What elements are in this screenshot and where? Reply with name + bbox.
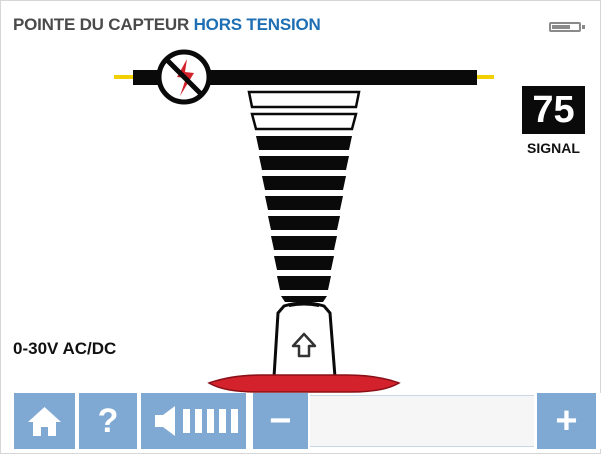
probe-illustration bbox=[114, 49, 494, 393]
bottom-toolbar: ? − + bbox=[1, 393, 601, 449]
signal-label: SIGNAL bbox=[527, 140, 580, 156]
speaker-volume-icon bbox=[155, 406, 238, 436]
plus-label: + bbox=[555, 399, 578, 442]
device-screen: POINTE DU CAPTEUR HORS TENSION 75 SIGNAL… bbox=[0, 0, 601, 454]
volume-down-button[interactable]: − bbox=[253, 393, 308, 449]
volume-level-track[interactable] bbox=[310, 395, 534, 447]
voltage-range-label: 0-30V AC/DC bbox=[13, 339, 117, 358]
signal-value: 75 bbox=[522, 86, 585, 134]
home-icon bbox=[28, 407, 61, 436]
volume-up-button[interactable]: + bbox=[537, 393, 596, 449]
help-button[interactable]: ? bbox=[79, 393, 137, 449]
volume-button[interactable] bbox=[141, 393, 246, 449]
minus-label: − bbox=[269, 399, 292, 442]
signal-cone bbox=[247, 90, 361, 302]
home-button[interactable] bbox=[14, 393, 75, 449]
no-voltage-icon bbox=[156, 49, 212, 105]
help-label: ? bbox=[97, 401, 119, 440]
